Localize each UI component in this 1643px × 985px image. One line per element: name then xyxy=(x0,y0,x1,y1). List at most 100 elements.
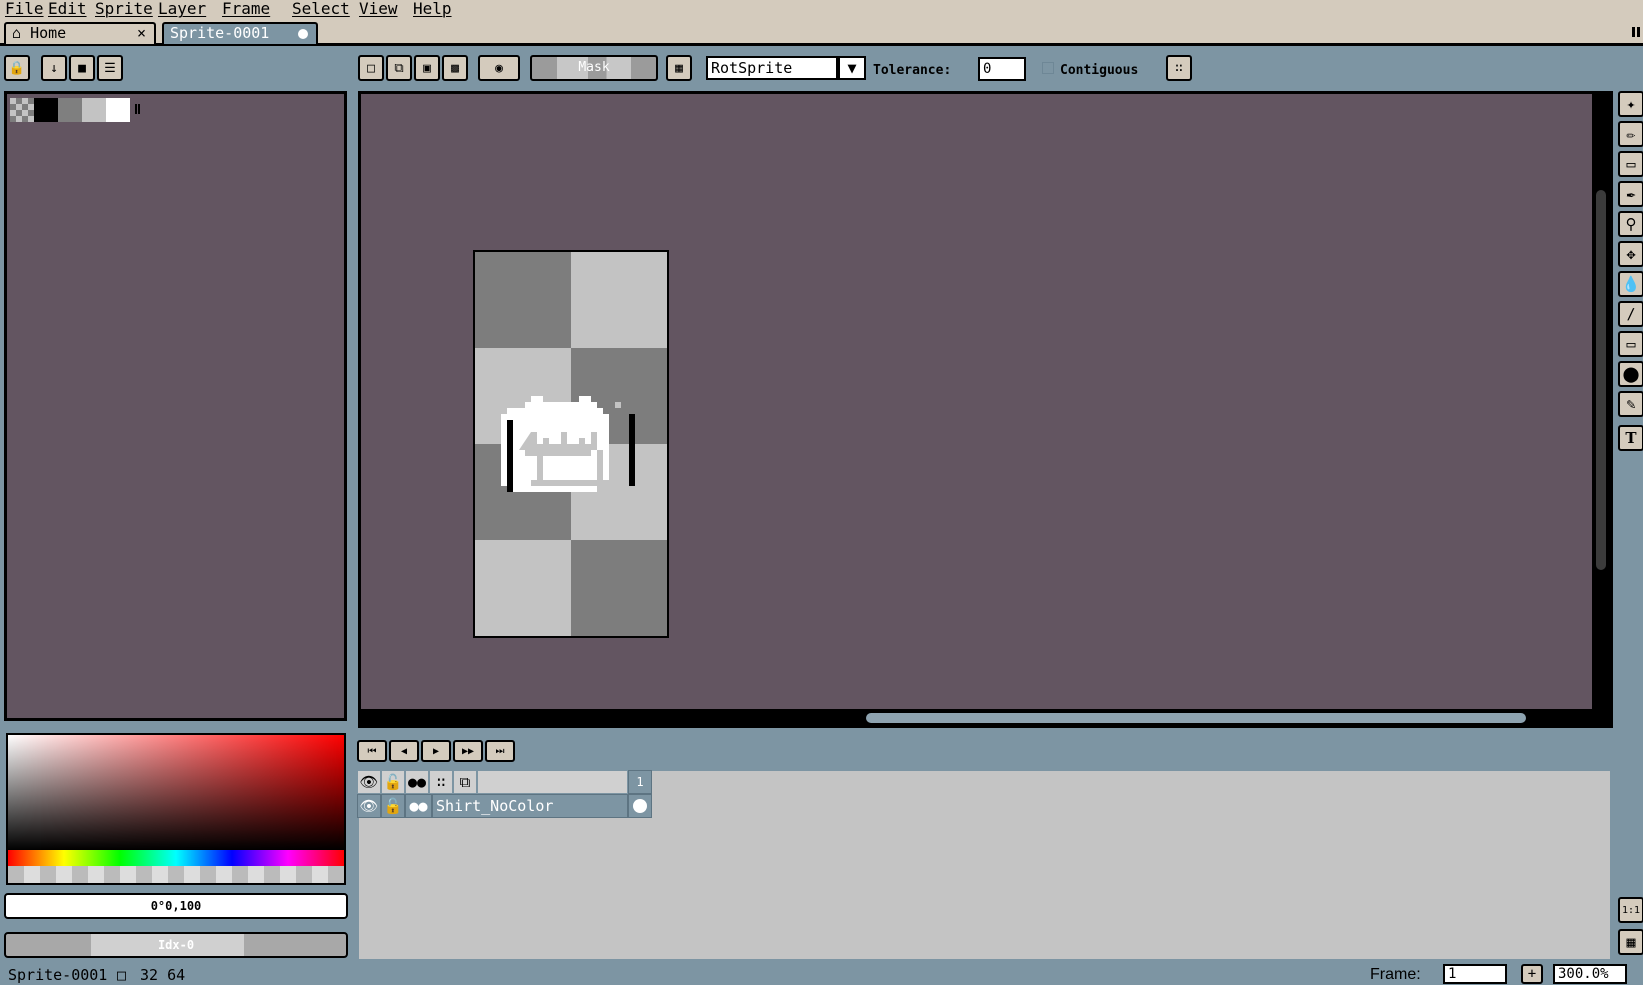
layer-lock-toggle[interactable]: 🔓 xyxy=(381,794,405,818)
contiguous-checkbox[interactable] xyxy=(1042,62,1054,74)
layers-icon: ⧉ xyxy=(459,773,471,791)
frame-input[interactable]: 1 xyxy=(1443,964,1507,984)
unlock-icon: 🔓 xyxy=(383,797,403,815)
timeline-header-spacer xyxy=(477,770,628,794)
text-tool[interactable]: T xyxy=(1618,425,1643,451)
fill-tool[interactable]: 💧 xyxy=(1618,271,1643,297)
grid-icon: ▦ xyxy=(675,60,683,76)
pencil-tool[interactable]: ✏ xyxy=(1618,121,1643,147)
tab-home-label: Home xyxy=(30,24,67,42)
play-button[interactable]: ▶ xyxy=(421,740,451,762)
tolerance-label: Tolerance: xyxy=(873,63,952,78)
horizontal-scrollbar-thumb[interactable] xyxy=(866,713,1526,723)
brush-icon: ✎ xyxy=(1626,395,1636,413)
menu-help[interactable]: Help xyxy=(413,0,452,20)
lock-icon: 🔒 xyxy=(8,60,26,76)
zoom-input[interactable]: 300.0% xyxy=(1553,964,1627,984)
selection-replace-button[interactable]: □ xyxy=(358,55,384,81)
palette-sort-button[interactable]: ↓ xyxy=(41,55,67,81)
rotation-dropdown-button[interactable]: ▼ xyxy=(838,56,866,80)
status-sprite-size: 32 64 xyxy=(140,966,186,984)
sprite-canvas[interactable] xyxy=(473,250,669,638)
contour-tool[interactable]: ⬤ xyxy=(1618,361,1643,387)
lock-icon: 🔓 xyxy=(383,773,403,791)
layer-name[interactable]: Shirt_NoColor xyxy=(432,794,628,818)
selection-add-button[interactable]: ⧉ xyxy=(386,55,412,81)
palette-resize-handle-icon[interactable] xyxy=(135,104,140,114)
eyedropper-tool[interactable]: ✒ xyxy=(1618,181,1643,207)
move-tool[interactable]: ✥ xyxy=(1618,241,1643,267)
timeline-header-onion[interactable]: ●● xyxy=(405,770,429,794)
palette-swatch-transparent[interactable] xyxy=(10,98,34,122)
timeline-header-link[interactable]: ∷ xyxy=(429,770,453,794)
menu-view[interactable]: View xyxy=(359,0,398,20)
tab-home[interactable]: ⌂ Home × xyxy=(4,22,156,44)
color-index-display[interactable]: Idx-0 xyxy=(4,932,348,958)
transparent-color-button[interactable]: ◉ xyxy=(478,55,520,81)
layer-visibility-toggle[interactable]: 👁 xyxy=(357,794,381,818)
new-frame-button[interactable]: + xyxy=(1521,964,1543,984)
menu-layer[interactable]: Layer xyxy=(158,0,206,20)
palette-swatch-black[interactable] xyxy=(34,98,58,122)
vertical-scrollbar-thumb[interactable] xyxy=(1596,190,1606,570)
last-frame-button[interactable]: ⏭ xyxy=(485,740,515,762)
frame-header-1[interactable]: 1 xyxy=(628,770,652,794)
mask-color-button[interactable]: Mask xyxy=(530,55,658,81)
menu-sprite[interactable]: Sprite xyxy=(95,0,153,20)
palette-options-button[interactable]: ☰ xyxy=(97,55,123,81)
eraser-icon: ▭ xyxy=(1626,155,1636,173)
menu-select[interactable]: Select xyxy=(292,0,350,20)
link-icon: ∷ xyxy=(436,773,446,791)
palette-presets-button[interactable]: ■ xyxy=(69,55,95,81)
next-frame-button[interactable]: ▶▶ xyxy=(453,740,483,762)
shirt-sprite xyxy=(501,396,635,492)
timeline-header-lock[interactable]: 🔓 xyxy=(381,770,405,794)
dots-icon: ∷ xyxy=(1175,60,1183,76)
tab-overflow-icon[interactable] xyxy=(1632,27,1640,37)
first-frame-icon: ⏮ xyxy=(367,745,377,757)
previous-frame-button[interactable]: ◀ xyxy=(389,740,419,762)
pivot-icon: ◉ xyxy=(495,60,503,76)
selection-intersect-button[interactable]: ▩ xyxy=(442,55,468,81)
hue-slider[interactable] xyxy=(8,850,344,866)
onion-skin-icon: ●● xyxy=(409,797,428,815)
actual-size-button[interactable]: 1:1 xyxy=(1618,897,1643,923)
zoom-tool[interactable]: ⚲ xyxy=(1618,211,1643,237)
close-icon[interactable]: × xyxy=(137,24,146,43)
eyedropper-icon: ✒ xyxy=(1626,185,1636,203)
magic-wand-icon: ✦ xyxy=(1626,95,1636,113)
pivot-button[interactable]: ▦ xyxy=(666,55,692,81)
palette-swatch-lightgray[interactable] xyxy=(82,98,106,122)
timeline-header-visibility[interactable]: 👁 xyxy=(357,770,381,794)
move-icon: ✥ xyxy=(1626,245,1636,263)
menu-icon: ☰ xyxy=(104,60,116,76)
lock-palette-button[interactable]: 🔒 xyxy=(4,55,30,81)
palette-panel xyxy=(4,91,347,721)
tab-sprite[interactable]: Sprite-0001 xyxy=(162,22,318,44)
chevron-down-icon: ▼ xyxy=(847,59,857,77)
blur-tool[interactable]: ✎ xyxy=(1618,391,1643,417)
menu-file[interactable]: File xyxy=(5,0,44,20)
palette-swatch-gray[interactable] xyxy=(58,98,82,122)
eraser-tool[interactable]: ▭ xyxy=(1618,151,1643,177)
layer-onion-toggle[interactable]: ●● xyxy=(405,794,432,818)
layer-cel-1[interactable] xyxy=(628,794,652,818)
alpha-slider[interactable] xyxy=(8,866,344,883)
tolerance-input[interactable]: 0 xyxy=(978,57,1026,81)
timeline-header-layers[interactable]: ⧉ xyxy=(453,770,477,794)
palette-swatch-white[interactable] xyxy=(106,98,130,122)
timeline-toggle-button[interactable]: ▦ xyxy=(1618,929,1643,955)
rectangle-tool[interactable]: ▭ xyxy=(1618,331,1643,357)
menu-frame[interactable]: Frame xyxy=(222,0,270,20)
line-tool[interactable]: ∕ xyxy=(1618,301,1643,327)
selection-subtract-button[interactable]: ▣ xyxy=(414,55,440,81)
play-icon: ▶ xyxy=(432,745,440,757)
menu-edit[interactable]: Edit xyxy=(48,0,87,20)
rotation-algorithm-select[interactable]: RotSprite xyxy=(706,56,838,80)
tab-sprite-label: Sprite-0001 xyxy=(170,24,270,42)
first-frame-button[interactable]: ⏮ xyxy=(357,740,387,762)
color-value-display[interactable]: 0°0,100 xyxy=(4,893,348,919)
saturation-value-field[interactable] xyxy=(8,735,344,850)
selection-options-button[interactable]: ∷ xyxy=(1166,55,1192,81)
magic-wand-tool[interactable]: ✦ xyxy=(1618,91,1643,117)
